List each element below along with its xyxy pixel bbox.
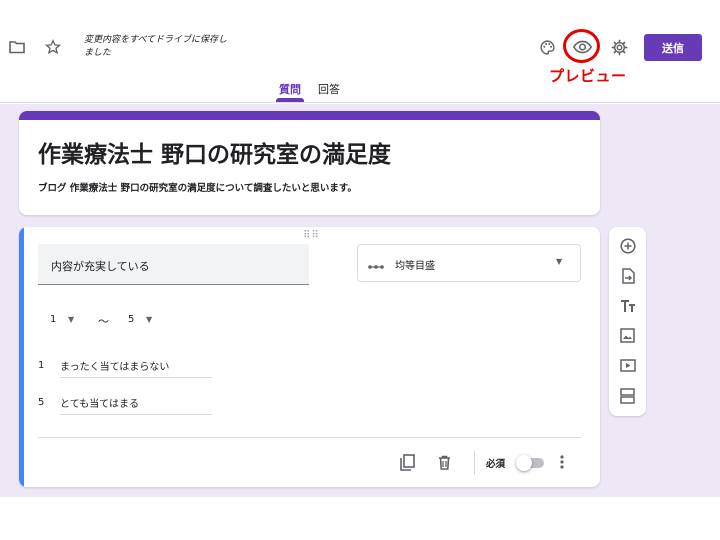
question-title-input[interactable]: 内容が充実している [38,244,309,285]
question-footer-divider [38,437,581,438]
duplicate-icon[interactable] [398,453,416,471]
question-active-bar [19,227,24,487]
send-button[interactable]: 送信 [644,34,702,61]
required-toggle[interactable] [516,455,546,471]
preview-highlight-ring [563,29,600,63]
form-description[interactable]: ブログ 作業療法士 野口の研究室の満足度について調査したいと思います。 [38,180,357,194]
scale-label-max-input[interactable]: とても当てはまる [60,395,212,415]
tab-responses[interactable]: 回答 [318,81,340,97]
text-tt-icon[interactable] [617,295,638,316]
palette-icon[interactable] [537,37,557,57]
gear-icon[interactable] [609,37,629,57]
preview-annotation: プレビュー [549,67,627,85]
more-vert-icon[interactable] [558,454,566,474]
range-min-dropdown-icon[interactable]: ▼ [68,315,74,324]
required-label: 必須 [486,459,506,470]
trash-icon[interactable] [435,453,453,471]
scale-label-min-number: 1 [38,360,45,371]
question-type-label: 均等目盛 [395,261,435,272]
star-icon[interactable] [44,38,62,56]
range-max-dropdown-icon[interactable]: ▼ [146,315,152,324]
question-type-select[interactable]: 均等目盛 ▼ [357,244,581,282]
chevron-down-icon: ▼ [556,257,563,266]
footer-vertical-divider [474,451,475,475]
range-separator: 〜 [98,315,109,328]
import-icon[interactable] [617,265,638,286]
drag-handle-icon[interactable]: ⠿⠿ [303,230,320,241]
video-icon[interactable] [617,355,638,376]
form-title[interactable]: 作業療法士 野口の研究室の満足度 [38,135,391,169]
title-card-accent-bar [19,111,600,120]
image-icon[interactable] [617,325,638,346]
scale-label-max-number: 5 [38,397,45,408]
side-toolbar [609,227,646,416]
range-min-value[interactable]: 1 [50,314,56,325]
toggle-knob [516,455,532,471]
question-title-text: 内容が充実している [51,260,150,273]
folder-icon[interactable] [8,38,26,56]
form-title-card[interactable]: 作業療法士 野口の研究室の満足度 ブログ 作業療法士 野口の研究室の満足度につい… [19,111,600,215]
save-status: 変更内容をすべてドライブに保存しました [84,35,228,58]
forms-editor: 変更内容をすべてドライブに保存しました プレビュー 送信 質問 回答 作業療法士… [0,0,720,540]
header: 変更内容をすべてドライブに保存しました プレビュー 送信 質問 回答 [0,0,720,103]
tab-questions[interactable]: 質問 [279,81,301,97]
section-icon[interactable] [617,385,638,406]
linear-scale-icon [368,257,384,276]
scale-label-min-input[interactable]: まったく当てはまらない [60,358,212,378]
question-card[interactable]: ⠿⠿ 内容が充実している 均等目盛 ▼ 1 ▼ 〜 5 ▼ 1 まったく当てはま… [19,227,600,487]
range-max-value[interactable]: 5 [128,314,134,325]
add-circle-icon[interactable] [617,235,638,256]
tab-active-indicator [276,98,304,102]
